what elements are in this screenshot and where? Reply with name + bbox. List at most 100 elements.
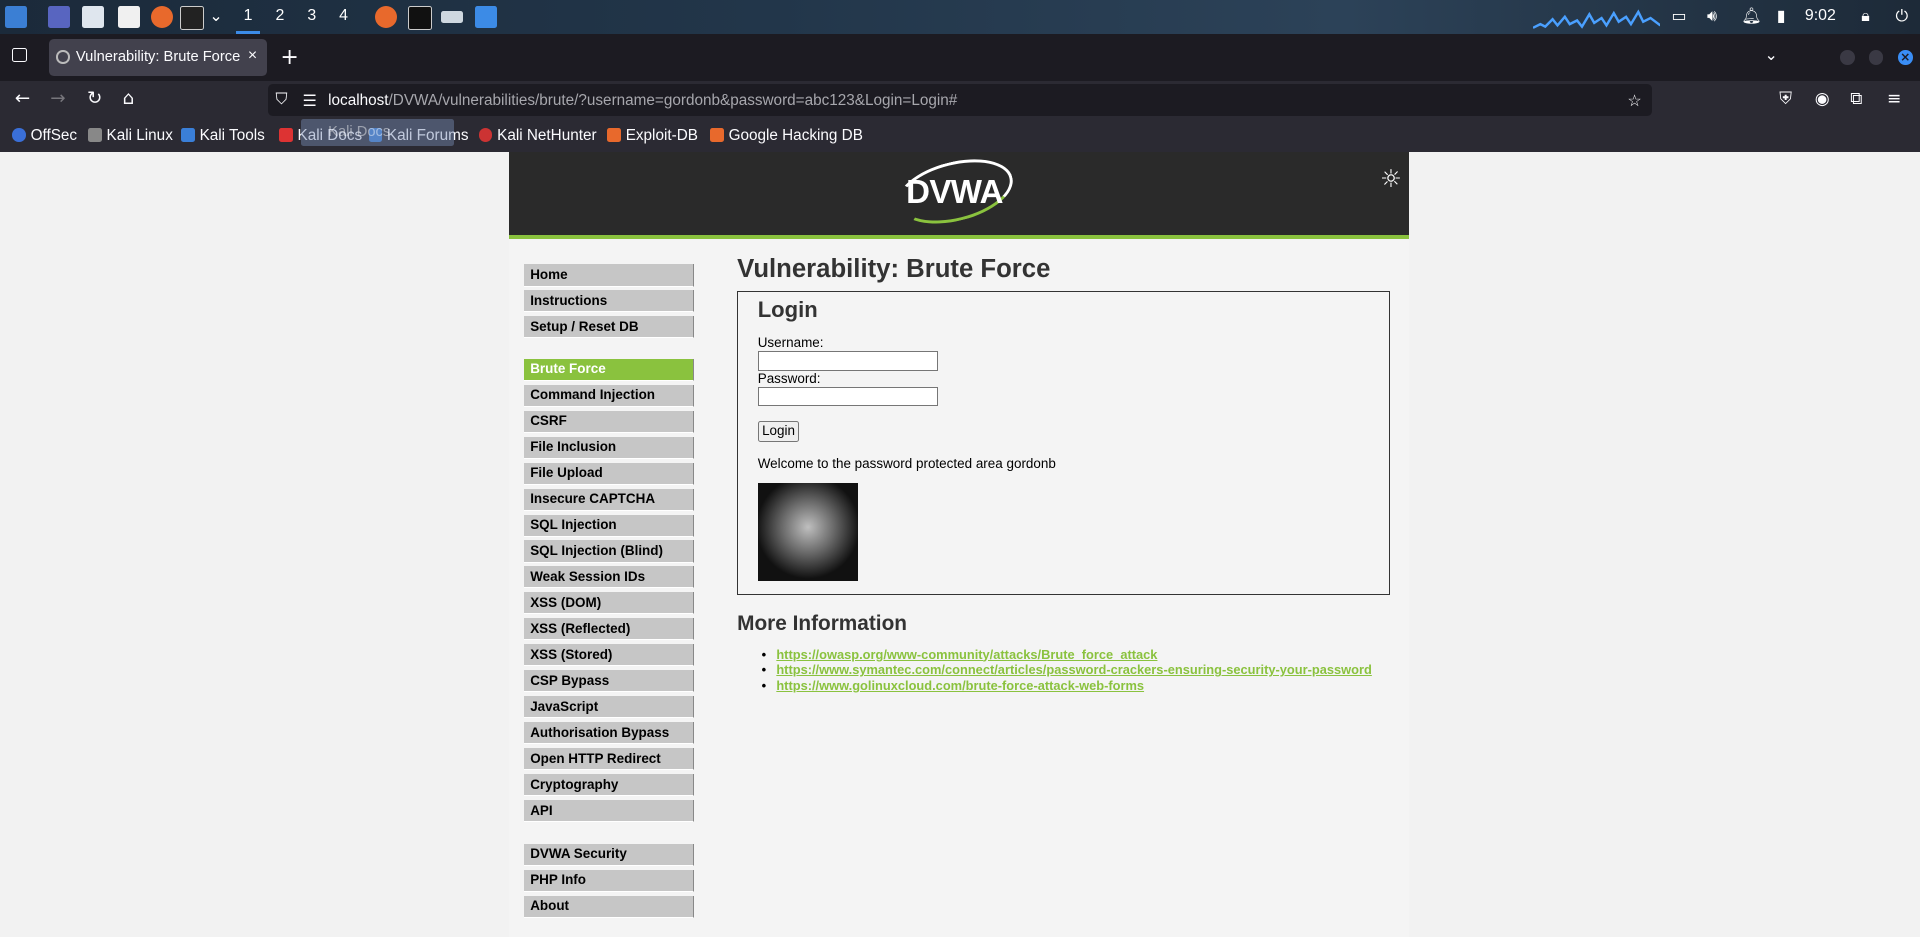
bookmark-offsec[interactable]: OffSec	[12, 127, 77, 145]
workspace-3[interactable]: 3	[307, 7, 316, 25]
page-info-icon[interactable]: ☰	[302, 91, 316, 111]
terminal-icon[interactable]	[180, 6, 205, 31]
bell-icon[interactable]: 🔔︎	[1741, 6, 1761, 25]
home-icon[interactable]: ⌂	[122, 88, 134, 109]
kali-menu-icon[interactable]	[4, 6, 27, 29]
theme-toggle-icon[interactable]: ☼	[1380, 164, 1402, 193]
desktop-icon[interactable]	[47, 6, 70, 29]
tab-brute-force[interactable]: Vulnerability: Brute Force ×	[48, 39, 267, 76]
reload-icon[interactable]: ↻	[87, 88, 102, 109]
account-icon[interactable]: ◉	[1815, 89, 1830, 109]
menu-item-file-upload[interactable]: File Upload	[524, 462, 695, 485]
menu-item-brute-force[interactable]: Brute Force	[524, 358, 695, 381]
menu-item-api[interactable]: API	[524, 800, 695, 823]
password-input[interactable]	[757, 386, 938, 407]
menu-item-xss-stored[interactable]: XSS (Stored)	[524, 644, 695, 667]
menu-item-sql-injection-blind[interactable]: SQL Injection (Blind)	[524, 540, 695, 563]
close-tab-icon[interactable]: ×	[248, 47, 257, 65]
bookmark-kali-linux[interactable]: Kali Linux	[88, 127, 173, 145]
shield-icon[interactable]: ⛉	[276, 91, 288, 109]
url-text[interactable]: localhost/DVWA/vulnerabilities/brute/?us…	[328, 92, 957, 110]
drag-overlay: Kali Docs	[301, 118, 455, 146]
url-bar[interactable]: ⛉ ☰ localhost/DVWA/vulnerabilities/brute…	[268, 84, 1652, 117]
kali-icon	[88, 128, 102, 142]
bookmark-kali-tools[interactable]: Kali Tools	[181, 127, 265, 145]
battery-icon[interactable]: ▮	[1777, 6, 1786, 25]
window-icon[interactable]	[440, 11, 463, 24]
terminal-window-icon[interactable]	[407, 6, 432, 31]
bookmark-exploit-db[interactable]: Exploit-DB	[607, 127, 698, 145]
menu-item-open-http-redirect[interactable]: Open HTTP Redirect	[524, 748, 695, 771]
menu-item-javascript[interactable]: JavaScript	[524, 696, 695, 719]
power-icon[interactable]: ⏻	[1896, 6, 1909, 26]
login-box: Login Username: Password: Login Welcome …	[737, 291, 1390, 596]
menu-item-setup-reset-db[interactable]: Setup / Reset DB	[524, 316, 695, 339]
bookmark-kali-nethunter[interactable]: Kali NetHunter	[478, 127, 597, 145]
lock-icon[interactable]: 🔒︎	[1861, 6, 1869, 26]
kali-docs-icon	[279, 128, 293, 142]
ghdb-icon	[710, 128, 724, 142]
loading-icon	[56, 50, 70, 64]
bookmark-google-hacking-db[interactable]: Google Hacking DB	[710, 127, 863, 145]
firefox-icon[interactable]	[150, 6, 173, 29]
menu-item-instructions[interactable]: Instructions	[524, 290, 695, 313]
minimize-button[interactable]	[1840, 50, 1856, 65]
menu-item-csrf[interactable]: CSRF	[524, 410, 695, 433]
link-owasp[interactable]: https://owasp.org/www-community/attacks/…	[762, 647, 1372, 663]
folder-icon[interactable]	[475, 6, 498, 29]
menu-item-about[interactable]: About	[524, 895, 695, 918]
menu-item-insecure-captcha[interactable]: Insecure CAPTCHA	[524, 488, 695, 511]
clock[interactable]: 9:02	[1805, 7, 1836, 25]
tab-title: Vulnerability: Brute Force	[75, 48, 241, 65]
workspace-2[interactable]: 2	[276, 7, 285, 25]
page-viewport: DVWA ☼ Home Instructions Setup / Reset DB B…	[0, 148, 1920, 937]
pocket-icon[interactable]: ⛨	[1779, 89, 1792, 109]
menu-item-sql-injection[interactable]: SQL Injection	[524, 514, 695, 537]
extensions-icon[interactable]: ⧉	[1850, 89, 1862, 109]
menu-item-command-injection[interactable]: Command Injection	[524, 384, 695, 407]
workspace-1[interactable]: 1	[236, 7, 261, 34]
dvwa-logo[interactable]: DVWA	[906, 174, 1003, 212]
back-icon[interactable]: ←	[15, 88, 30, 109]
bookmark-star-icon[interactable]: ☆	[1627, 91, 1641, 111]
browser-tab-bar: Vulnerability: Brute Force × + ⌄ ×	[0, 34, 1920, 81]
dvwa-container: DVWA ☼ Home Instructions Setup / Reset DB B…	[509, 148, 1410, 937]
chevron-down-icon[interactable]: ⌄	[209, 6, 222, 25]
maximize-button[interactable]	[1868, 50, 1884, 65]
menu-icon[interactable]: ≡	[1887, 89, 1901, 109]
menu-item-weak-session-ids[interactable]: Weak Session IDs	[524, 566, 695, 589]
close-window-button[interactable]: ×	[1897, 50, 1913, 65]
menu-item-php-info[interactable]: PHP Info	[524, 869, 695, 892]
menu-item-xss-dom[interactable]: XSS (DOM)	[524, 592, 695, 615]
kali-tools-icon	[181, 128, 195, 142]
cpu-graph-icon	[1533, 9, 1661, 30]
menu-item-cryptography[interactable]: Cryptography	[524, 774, 695, 797]
login-button[interactable]: Login	[757, 420, 800, 442]
more-info-links: https://owasp.org/www-community/attacks/…	[762, 647, 1372, 695]
forward-icon[interactable]: →	[50, 88, 65, 109]
menu-item-dvwa-security[interactable]: DVWA Security	[524, 843, 695, 866]
menu-item-xss-reflected[interactable]: XSS (Reflected)	[524, 618, 695, 641]
username-input[interactable]	[757, 351, 938, 371]
link-symantec[interactable]: https://www.symantec.com/connect/article…	[762, 662, 1372, 678]
text-editor-icon[interactable]	[117, 6, 140, 29]
user-avatar	[757, 483, 859, 582]
menu-item-csp-bypass[interactable]: CSP Bypass	[524, 670, 695, 693]
link-golinuxcloud[interactable]: https://www.golinuxcloud.com/brute-force…	[762, 678, 1372, 694]
list-all-tabs-icon[interactable]: ⌄	[1765, 45, 1778, 64]
new-tab-button[interactable]: +	[280, 45, 298, 70]
more-info-heading: More Information	[737, 612, 907, 636]
menu-item-authorisation-bypass[interactable]: Authorisation Bypass	[524, 722, 695, 745]
file-manager-icon[interactable]	[82, 6, 105, 29]
menu-item-file-inclusion[interactable]: File Inclusion	[524, 436, 695, 459]
page-title: Vulnerability: Brute Force	[737, 254, 1051, 283]
dvwa-header: DVWA ☼	[509, 148, 1410, 240]
browser-nav-bar: ← → ↻ ⌂ ⛉ ☰ localhost/DVWA/vulnerabiliti…	[0, 80, 1920, 120]
workspace-4[interactable]: 4	[339, 7, 348, 25]
tab-list-icon[interactable]	[12, 47, 27, 63]
display-icon[interactable]: ▭	[1671, 6, 1686, 25]
menu-item-home[interactable]: Home	[524, 264, 695, 287]
login-heading: Login	[757, 297, 818, 323]
volume-icon[interactable]: 🔊︎	[1707, 6, 1717, 26]
firefox-window-icon[interactable]	[374, 6, 397, 29]
